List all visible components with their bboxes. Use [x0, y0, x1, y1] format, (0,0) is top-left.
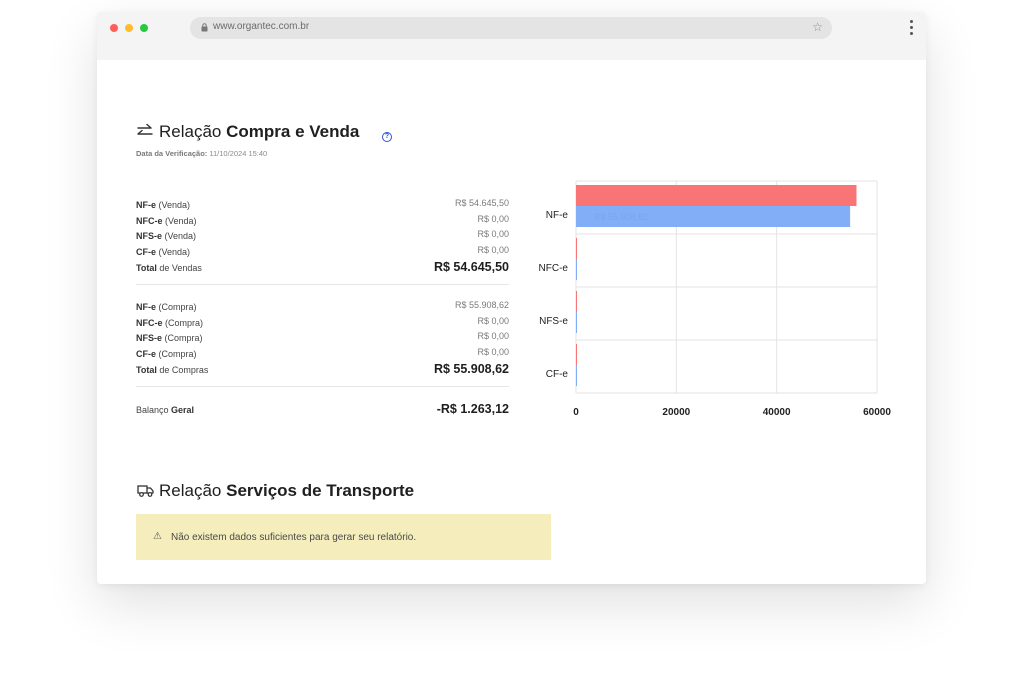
lock-icon — [201, 23, 208, 32]
compra-venda-title: Relação Compra e Venda — [159, 122, 360, 141]
y-tick-label: NFS-e — [539, 316, 568, 327]
bar-nf-e-series-0 — [576, 185, 857, 206]
vendas-row-nfse: NFS-e (Venda) R$ 0,00 — [136, 229, 509, 241]
divider — [136, 386, 509, 387]
address-bar[interactable]: www.organtec.com.br ☆ — [190, 17, 832, 39]
x-tick-label: 40000 — [763, 407, 791, 418]
bar-chart: NF-e NFC-e NFS-e CF-e R$ 55.908,62 0 20000 4000… — [539, 180, 891, 418]
page: www.organtec.com.br ☆ Relação Compra e V… — [0, 0, 1024, 697]
x-tick-label: 60000 — [863, 407, 891, 418]
tooltip-text: R$ 55.908,62 — [594, 212, 648, 222]
compra-venda-chart: NF-e NFC-e NFS-e CF-e R$ 55.908,62 0 20000 4000… — [527, 176, 897, 436]
bar-nfs-e-series-0 — [576, 291, 577, 312]
bar-nfc-e-series-1 — [576, 259, 577, 280]
divider — [136, 284, 509, 285]
compras-row-cfe: CF-e (Compra) R$ 0,00 — [136, 347, 509, 359]
truck-icon — [137, 485, 154, 497]
warning-icon: ⚠ — [153, 531, 162, 542]
verification-date: Data da Verificação: 11/10/2024 15:40 — [136, 149, 268, 158]
swap-arrows-icon — [137, 123, 153, 135]
page-content: Relação Compra e Venda ? Data da Verific… — [97, 60, 926, 584]
vendas-row-cfe: CF-e (Venda) R$ 0,00 — [136, 245, 509, 257]
maximize-window-button[interactable] — [140, 24, 148, 32]
close-window-button[interactable] — [110, 24, 118, 32]
insufficient-data-alert: ⚠ Não existem dados suficientes para ger… — [136, 514, 551, 560]
minimize-window-button[interactable] — [125, 24, 133, 32]
y-tick-label: NF-e — [546, 210, 569, 221]
x-tick-label: 20000 — [662, 407, 690, 418]
browser-menu-icon[interactable] — [910, 20, 913, 36]
compras-row-nfe: NF-e (Compra) R$ 55.908,62 — [136, 300, 509, 312]
bar-cf-e-series-0 — [576, 344, 577, 365]
bar-cf-e-series-1 — [576, 365, 577, 386]
vendas-row-nfe: NF-e (Venda) R$ 54.645,50 — [136, 198, 509, 210]
alert-message: Não existem dados suficientes para gerar… — [171, 532, 417, 543]
y-tick-label: CF-e — [546, 369, 569, 380]
balanco-geral-row: Balanço Geral -R$ 1.263,12 — [136, 402, 509, 416]
total-compras-row: Total de Compras R$ 55.908,62 — [136, 362, 509, 376]
y-tick-label: NFC-e — [539, 263, 569, 274]
bar-nfs-e-series-1 — [576, 312, 577, 333]
help-icon[interactable]: ? — [382, 132, 392, 142]
x-tick-label: 0 — [573, 407, 579, 418]
bookmark-star-icon[interactable]: ☆ — [812, 20, 823, 34]
browser-toolbar: www.organtec.com.br ☆ — [97, 12, 926, 60]
total-vendas-row: Total de Vendas R$ 54.645,50 — [136, 260, 509, 274]
vendas-row-nfce: NFC-e (Venda) R$ 0,00 — [136, 214, 509, 226]
browser-window: www.organtec.com.br ☆ Relação Compra e V… — [97, 12, 926, 584]
transporte-title: Relação Serviços de Transporte — [159, 481, 415, 500]
bar-nfc-e-series-0 — [576, 238, 577, 259]
compras-row-nfce: NFC-e (Compra) R$ 0,00 — [136, 316, 509, 328]
url-text: www.organtec.com.br — [213, 21, 310, 32]
compras-row-nfse: NFS-e (Compra) R$ 0,00 — [136, 331, 509, 343]
